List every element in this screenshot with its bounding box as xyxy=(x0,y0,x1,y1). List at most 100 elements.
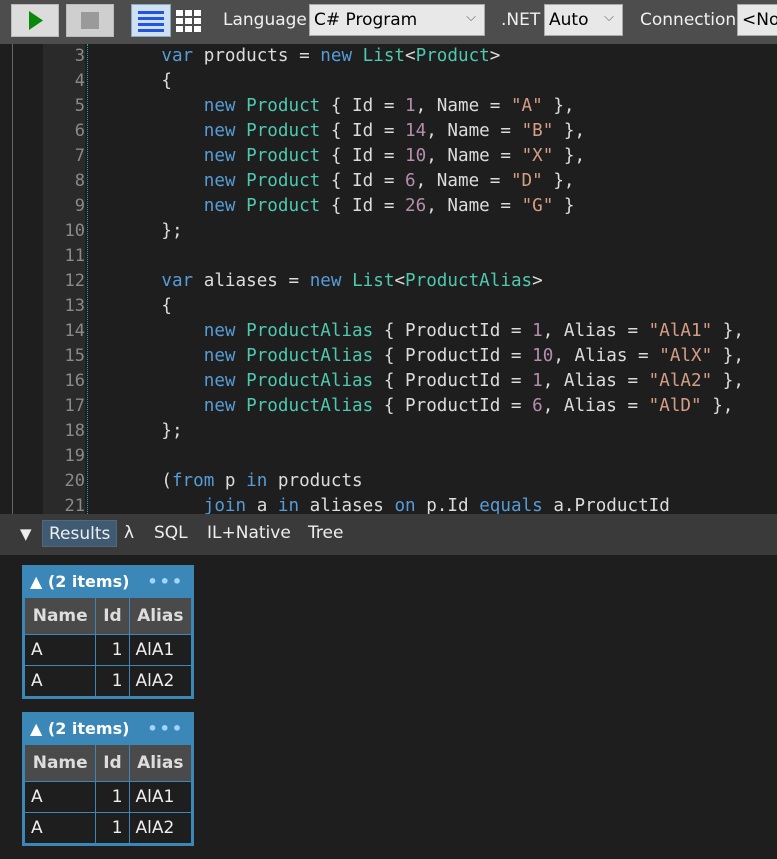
line-number: 15 xyxy=(43,344,85,369)
code-token: "D" xyxy=(510,171,543,191)
collapse-up-icon[interactable]: ▲ xyxy=(30,719,42,738)
connection-label: Connection xyxy=(640,10,737,30)
item-count: (2 items) xyxy=(47,719,130,738)
collapse-up-icon[interactable]: ▲ xyxy=(30,572,42,591)
code-token: 6 xyxy=(532,396,543,416)
code-token: products = xyxy=(193,46,321,66)
code-token: new xyxy=(203,96,236,116)
code-token: new xyxy=(203,396,236,416)
code-token: a.ProductId xyxy=(542,496,670,514)
toolbar: Language C# Program ⌵ .NET Auto ⌵ Connecti… xyxy=(0,0,777,44)
code-token: { Id = xyxy=(320,121,406,141)
data-grid-results-button[interactable] xyxy=(173,6,203,36)
line-number: 18 xyxy=(43,419,85,444)
code-token: 26 xyxy=(405,196,427,216)
column-header: Id xyxy=(95,597,130,635)
code-token: , Name = xyxy=(426,121,522,141)
language-select[interactable]: C# Program ⌵ xyxy=(309,4,485,36)
code-line: var aliases = new List<ProductAlias> xyxy=(119,269,744,294)
code-text[interactable]: var products = new List<Product> { new P… xyxy=(119,44,744,514)
net-value: Auto xyxy=(549,10,589,30)
code-token: { xyxy=(119,71,172,91)
run-button[interactable] xyxy=(11,4,59,37)
result-table: ▲ (2 items) ••• Name Id Alias A 1 AlA1 A 1 AlA2 xyxy=(22,565,194,699)
result-table: ▲ (2 items) ••• Name Id Alias A 1 AlA1 A 1 AlA2 xyxy=(22,712,194,846)
rich-text-results-button[interactable] xyxy=(131,4,171,37)
code-token: ProductAlias xyxy=(246,371,374,391)
column-header: Name xyxy=(23,744,97,782)
code-token: , Alias = xyxy=(542,396,649,416)
code-token: a xyxy=(246,496,278,514)
more-options-icon[interactable]: ••• xyxy=(147,572,184,591)
stop-button[interactable] xyxy=(66,4,114,37)
tab-results[interactable]: Results xyxy=(42,520,118,547)
tab-il-native[interactable]: IL+Native xyxy=(201,520,297,547)
cell-name: A xyxy=(23,665,97,697)
code-token: "B" xyxy=(521,121,554,141)
code-token: new xyxy=(203,146,236,166)
cell-id: 1 xyxy=(95,812,130,844)
code-token: var xyxy=(161,271,194,291)
net-label: .NET xyxy=(501,10,541,30)
code-token: "X" xyxy=(521,146,554,166)
code-token: { Id = xyxy=(320,146,406,166)
collapse-triangle-icon[interactable]: ▼ xyxy=(14,522,38,549)
code-token: join xyxy=(203,496,247,514)
item-count: (2 items) xyxy=(47,572,130,591)
more-options-icon[interactable]: ••• xyxy=(147,719,184,738)
code-token: }; xyxy=(119,221,183,241)
cell-name: A xyxy=(23,781,97,813)
line-number: 4 xyxy=(43,69,85,94)
line-number: 11 xyxy=(43,244,85,269)
line-number: 13 xyxy=(43,294,85,319)
net-select[interactable]: Auto ⌵ xyxy=(544,4,623,36)
chevron-down-icon: ⌵ xyxy=(466,10,476,25)
code-token: in xyxy=(246,471,268,491)
code-token: }, xyxy=(712,346,744,366)
connection-select[interactable]: <No xyxy=(737,4,777,36)
code-token: "AlD" xyxy=(648,396,702,416)
tab-lambda[interactable]: λ xyxy=(118,520,140,547)
list-grid-icon xyxy=(138,11,164,32)
code-line: new Product { Id = 6, Name = "D" }, xyxy=(119,169,744,194)
tab-sql[interactable]: SQL xyxy=(148,520,194,547)
cell-alias: AlA2 xyxy=(128,665,193,697)
result-table-header[interactable]: ▲ (2 items) ••• xyxy=(24,714,192,744)
code-token: , Name = xyxy=(415,171,511,191)
code-token: from xyxy=(171,471,215,491)
result-table-header[interactable]: ▲ (2 items) ••• xyxy=(24,567,192,597)
code-token: "G" xyxy=(521,196,554,216)
code-token: Product xyxy=(415,46,490,66)
column-header: Id xyxy=(95,744,130,782)
play-icon xyxy=(29,11,43,30)
tab-tree[interactable]: Tree xyxy=(302,520,349,547)
code-line: var products = new List<Product> xyxy=(119,44,744,69)
cell-id: 1 xyxy=(95,781,130,813)
code-editor[interactable]: 3 4 5 6 7 8 9 10 11 12 13 14 15 16 17 18 19 20 21 var prod… xyxy=(12,44,777,514)
code-token: , Name = xyxy=(426,196,522,216)
line-number: 20 xyxy=(43,469,85,494)
code-token: , Name = xyxy=(415,96,511,116)
line-number: 21 xyxy=(43,494,85,514)
code-token: 1 xyxy=(405,96,416,116)
code-token: } xyxy=(553,196,575,216)
code-line: new ProductAlias { ProductId = 1, Alias … xyxy=(119,319,744,344)
code-token: ProductAlias xyxy=(405,271,533,291)
code-token: Product xyxy=(246,121,321,141)
code-token: new xyxy=(320,46,353,66)
code-line: }; xyxy=(119,419,744,444)
code-token: 1 xyxy=(532,371,543,391)
